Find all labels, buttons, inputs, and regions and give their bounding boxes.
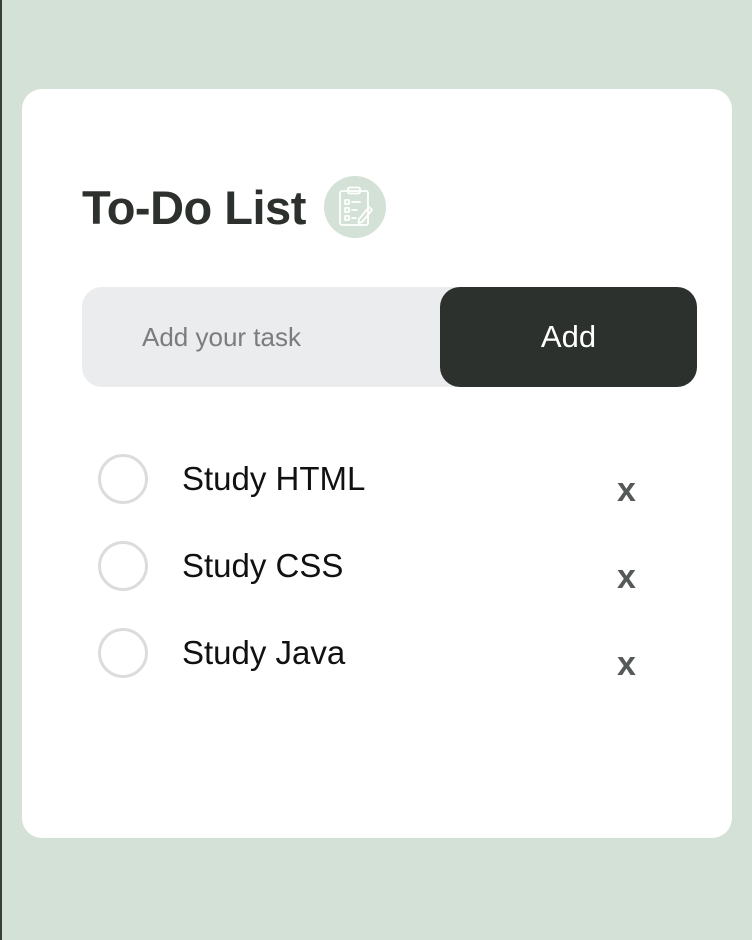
- delete-task-button[interactable]: x: [617, 473, 636, 507]
- task-item-study-java[interactable]: Study Java x: [98, 627, 678, 714]
- task-checkbox[interactable]: [98, 541, 148, 591]
- task-checkbox[interactable]: [98, 628, 148, 678]
- page-title: To-Do List: [82, 180, 306, 234]
- task-checkbox[interactable]: [98, 454, 148, 504]
- clipboard-checklist-icon: [323, 176, 386, 238]
- header: To-Do List: [82, 175, 386, 239]
- add-task-form: Add: [82, 287, 697, 387]
- task-item-study-html[interactable]: Study HTML x: [98, 453, 678, 540]
- delete-task-button[interactable]: x: [617, 647, 636, 681]
- window-left-border: [0, 0, 2, 940]
- task-label: Study Java: [182, 634, 346, 671]
- task-label: Study HTML: [182, 460, 366, 497]
- task-label: Study CSS: [182, 547, 344, 584]
- delete-task-button[interactable]: x: [617, 560, 636, 594]
- add-button[interactable]: Add: [440, 287, 697, 387]
- task-item-study-css[interactable]: Study CSS x: [98, 540, 678, 627]
- task-list: Study HTML x Study CSS x Study Java x: [98, 453, 678, 714]
- task-input[interactable]: [82, 287, 440, 387]
- todo-card: To-Do List Add Stu: [22, 89, 732, 838]
